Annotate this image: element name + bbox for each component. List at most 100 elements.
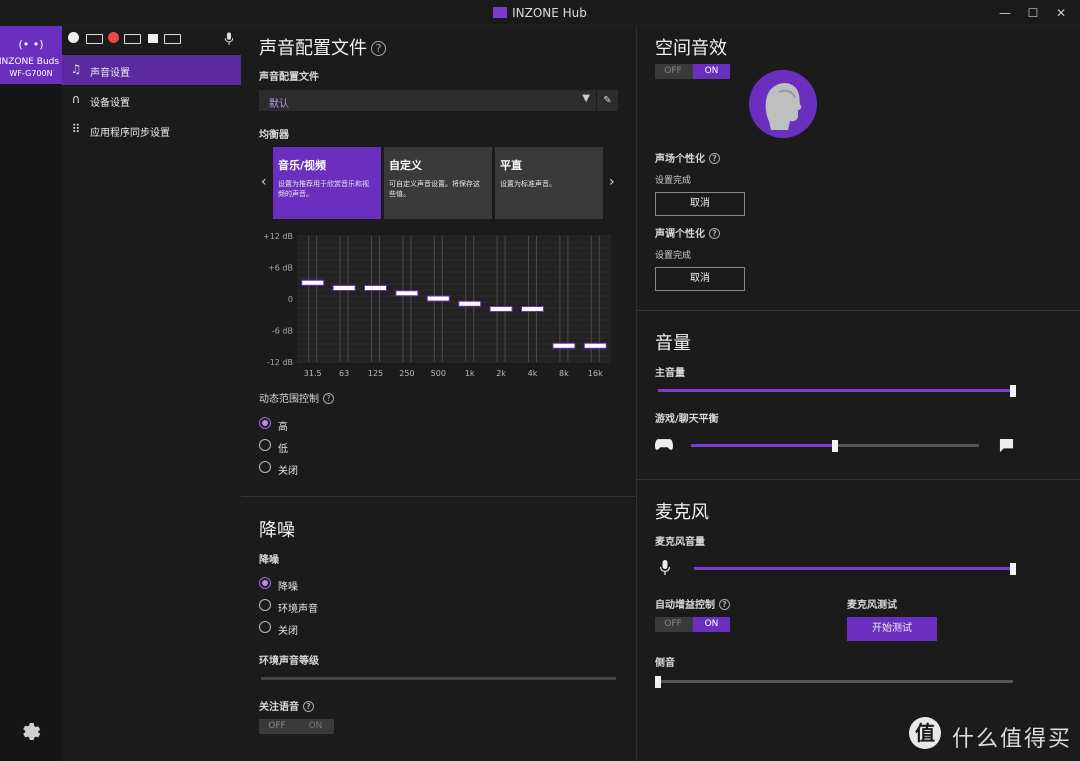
field-personalize-label: 声场个性化? <box>655 150 720 165</box>
anc-title: 降噪 <box>259 520 295 541</box>
minimize-button[interactable]: — <box>996 4 1014 22</box>
maximize-button[interactable]: ☐ <box>1024 4 1042 22</box>
help-icon[interactable]: ? <box>719 599 730 610</box>
mic-test-label: 麦克风测试 <box>847 600 897 611</box>
eq-band-label: 500 <box>431 369 446 378</box>
anc-option-label: 降噪 <box>278 582 298 593</box>
toggle-on-label: ON <box>693 617 730 632</box>
toggle-on-label: ON <box>693 64 730 79</box>
eq-band-handle[interactable] <box>395 290 419 297</box>
eq-band-handle[interactable] <box>489 306 513 312</box>
eq-y-tick-label: +12 dB <box>263 232 293 241</box>
device-card[interactable]: (• •) INZONE Buds WF-G700N <box>0 26 62 84</box>
device-name: INZONE Buds <box>0 57 60 67</box>
field-cancel-button[interactable]: 取消 <box>655 192 745 216</box>
profile-label: 声音配置文件 <box>259 72 319 83</box>
drc-option-label: 高 <box>278 422 288 433</box>
nav-column: ♫ 声音设置 ∩ 设备设置 ⠿ 应用程序同步设置 <box>62 26 241 761</box>
chat-bubble-icon <box>999 438 1014 453</box>
help-icon[interactable]: ? <box>709 153 720 164</box>
eq-y-tick-label: 0 <box>288 295 293 304</box>
sidetone-thumb[interactable] <box>655 676 661 688</box>
help-icon[interactable]: ? <box>323 393 334 404</box>
toggle-on-label: ON <box>308 721 323 731</box>
close-button[interactable]: ✕ <box>1052 4 1070 22</box>
preset-custom[interactable]: 自定义 可自定义声音设置。将保存这些值。 <box>384 147 492 219</box>
master-volume-fill <box>658 389 1013 392</box>
eq-band-label: 1k <box>465 369 475 378</box>
eq-y-tick-label: -6 dB <box>272 327 293 336</box>
preset-flat[interactable]: 平直 设置为标准声音。 <box>495 147 603 219</box>
headphones-icon: ∩ <box>71 92 81 106</box>
focus-voice-label-text: 关注语音 <box>259 702 299 713</box>
eq-band-handle[interactable] <box>364 285 387 291</box>
device-model: WF-G700N <box>9 69 53 78</box>
battery-case-icon <box>164 34 181 44</box>
profile-dropdown[interactable]: 默认 ▼ ✎ <box>259 90 618 111</box>
chevron-right-icon[interactable]: › <box>609 174 615 190</box>
clock-icon <box>68 32 79 43</box>
device-status-row <box>66 32 238 48</box>
nav-item-device-settings[interactable]: ∩ 设备设置 <box>62 85 241 115</box>
eq-band-handle[interactable] <box>332 285 356 291</box>
help-icon[interactable]: ? <box>371 41 386 56</box>
eq-band-handle[interactable] <box>426 295 450 302</box>
section-divider <box>637 310 1080 311</box>
edit-pencil-icon[interactable]: ✎ <box>596 90 618 111</box>
tone-status: 设置完成 <box>655 251 692 261</box>
tone-personalize-text: 声调个性化 <box>655 229 705 240</box>
eq-band-handle[interactable] <box>458 300 482 307</box>
preset-description: 可自定义声音设置。将保存这些值。 <box>389 180 480 198</box>
spatial-toggle[interactable]: OFF ON <box>655 64 730 79</box>
chevron-left-icon[interactable]: ‹ <box>261 174 267 190</box>
drc-radio-high[interactable] <box>259 417 271 429</box>
eq-band-label: 63 <box>339 369 349 378</box>
grid-icon: ⠿ <box>71 122 81 136</box>
drc-radio-off[interactable] <box>259 461 271 473</box>
anc-radio-ambient[interactable] <box>259 599 271 611</box>
balance-label: 游戏/聊天平衡 <box>655 414 719 425</box>
balance-thumb[interactable] <box>832 440 838 452</box>
watermark: 值 什么值得买 <box>908 716 1073 752</box>
chevron-down-icon: ▼ <box>582 93 590 104</box>
equalizer-label: 均衡器 <box>259 130 289 141</box>
anc-radio-noise-cancel[interactable] <box>259 577 271 589</box>
tone-cancel-button[interactable]: 取消 <box>655 267 745 291</box>
nav-item-label: 声音设置 <box>90 68 130 79</box>
master-volume-thumb[interactable] <box>1010 385 1016 397</box>
agc-toggle[interactable]: OFF ON <box>655 617 730 632</box>
nav-item-sound-settings[interactable]: ♫ 声音设置 <box>62 55 241 85</box>
help-icon[interactable]: ? <box>709 228 720 239</box>
anc-option-label: 环境声音 <box>278 604 318 615</box>
mic-volume-label: 麦克风音量 <box>655 537 705 548</box>
anc-label: 降噪 <box>259 555 279 566</box>
eq-band-handle[interactable] <box>583 342 607 349</box>
settings-gear-icon[interactable] <box>18 718 42 742</box>
watermark-logo-icon: 值 <box>909 717 941 749</box>
eq-y-tick-label: -12 dB <box>267 358 293 367</box>
mic-title: 麦克风 <box>655 502 709 523</box>
eq-band-handle[interactable] <box>301 279 325 286</box>
ambient-level-slider[interactable] <box>261 677 616 680</box>
sound-panel: 声音配置文件? 声音配置文件 默认 ▼ ✎ 均衡器 ‹ 音乐/视频 设置为推荐用… <box>241 26 635 761</box>
mic-volume-fill <box>694 567 1013 570</box>
focus-voice-toggle[interactable]: OFF ON <box>259 719 334 734</box>
equalizer-chart[interactable]: +12 dB +6 dB 0 -6 dB -12 dB 31.5 63 125 250 500 1k… <box>255 226 615 384</box>
drc-label-text: 动态范围控制 <box>259 394 319 405</box>
eq-band-handle[interactable] <box>552 342 576 349</box>
start-test-button[interactable]: 开始测试 <box>847 617 937 641</box>
sidetone-slider[interactable] <box>658 680 1013 683</box>
mic-volume-thumb[interactable] <box>1010 563 1016 575</box>
anc-radio-off[interactable] <box>259 621 271 633</box>
sound-profile-title-text: 声音配置文件 <box>259 38 367 59</box>
device-rail: (• •) INZONE Buds WF-G700N <box>0 26 62 761</box>
window-title: INZONE Hub <box>0 6 1080 20</box>
focus-voice-label: 关注语音? <box>259 698 314 713</box>
eq-band-handle[interactable] <box>521 306 544 312</box>
help-icon[interactable]: ? <box>303 701 314 712</box>
drc-radio-low[interactable] <box>259 439 271 451</box>
preset-music-video[interactable]: 音乐/视频 设置为推荐用于欣赏音乐和视频的声音。 <box>273 147 381 219</box>
nav-item-app-sync-settings[interactable]: ⠿ 应用程序同步设置 <box>62 115 241 145</box>
volume-title: 音量 <box>655 333 691 354</box>
head-model-icon <box>765 83 802 130</box>
